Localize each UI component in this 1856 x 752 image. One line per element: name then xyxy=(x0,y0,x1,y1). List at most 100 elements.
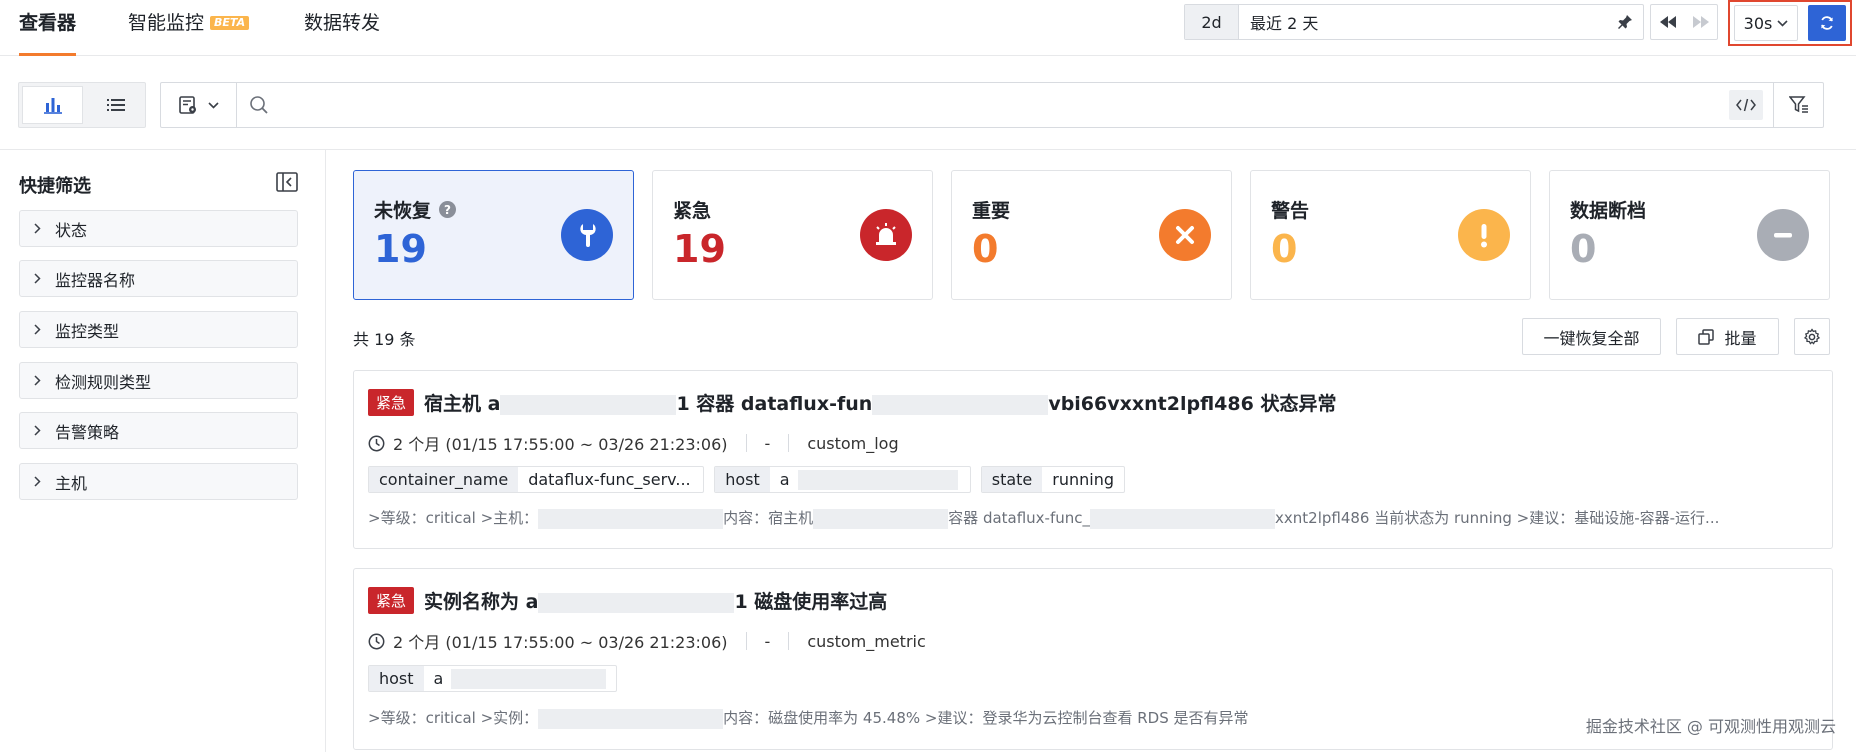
tag-value: a xyxy=(433,669,444,688)
tag-host[interactable]: host a xyxy=(714,466,971,493)
tag-value: running xyxy=(1052,470,1115,489)
tab-smart-monitor[interactable]: 智能监控 BETA xyxy=(128,0,250,56)
tab-viewer[interactable]: 查看器 xyxy=(19,0,77,56)
redacted-block xyxy=(872,394,1049,415)
event-title-part: vbi66vxxnt2lpfl486 状态异常 xyxy=(1048,393,1337,415)
redacted-block xyxy=(538,592,735,613)
time-relative[interactable]: 2d xyxy=(1185,5,1239,39)
redacted-block xyxy=(1090,508,1276,529)
event-header: 紧急 实例名称为 a 1 磁盘使用率过高 xyxy=(368,587,887,614)
exclamation-icon xyxy=(1458,209,1510,261)
tag-value: dataflux-func_serv... xyxy=(528,470,691,489)
watermark: 掘金技术社区 @ 可观测性用观测云 xyxy=(1585,717,1836,736)
siren-icon xyxy=(860,209,912,261)
clock-icon xyxy=(368,435,385,451)
stat-card-warning[interactable]: 警告 0 xyxy=(1250,170,1531,300)
rewind-icon[interactable] xyxy=(1651,5,1684,39)
event-card[interactable]: 紧急 宿主机 a 1 容器 dataflux-fun vbi66vxxnt2lpfl… xyxy=(353,370,1833,549)
document-settings-icon xyxy=(179,96,196,114)
tag-value: a xyxy=(779,470,790,489)
list-settings-button[interactable] xyxy=(1794,318,1830,355)
event-dash: - xyxy=(764,631,771,651)
stat-card-label: 警告 xyxy=(1271,200,1310,222)
sidebar-item-label: 主机 xyxy=(55,473,88,493)
event-title-part: 宿主机 a xyxy=(424,393,501,415)
event-title[interactable]: 实例名称为 a 1 磁盘使用率过高 xyxy=(424,587,887,614)
total-count: 共 19 条 xyxy=(353,330,416,349)
collapse-sidebar-icon[interactable] xyxy=(276,172,298,196)
batch-label: 批量 xyxy=(1724,328,1757,348)
stat-card-label-wrap: 未恢复 ? xyxy=(374,196,457,223)
tag-key: host xyxy=(369,666,424,691)
tab-data-forward[interactable]: 数据转发 xyxy=(304,0,380,56)
refresh-icon xyxy=(1821,16,1833,30)
query-source-select[interactable] xyxy=(161,83,237,127)
sidebar-item-status[interactable]: 状态 xyxy=(19,210,298,247)
recover-all-button[interactable]: 一键恢复全部 xyxy=(1522,318,1661,355)
tag-container-name[interactable]: container_name dataflux-func_serv... xyxy=(368,466,705,493)
tag-key: host xyxy=(715,467,770,492)
code-toggle-button[interactable] xyxy=(1719,83,1773,127)
event-title[interactable]: 宿主机 a 1 容器 dataflux-fun vbi66vxxnt2lpfl486… xyxy=(424,389,1336,416)
search-icon xyxy=(237,95,281,115)
chart-view-button[interactable] xyxy=(22,86,83,124)
event-source: custom_log xyxy=(807,433,899,453)
tag-key: container_name xyxy=(369,467,519,492)
stat-card-nodata[interactable]: 数据断档 0 xyxy=(1549,170,1830,300)
severity-badge: 紧急 xyxy=(368,389,415,416)
sidebar-item-rule-type[interactable]: 检测规则类型 xyxy=(19,362,298,399)
recover-all-label: 一键恢复全部 xyxy=(1543,328,1640,348)
desc-part: 内容：磁盘使用率为 45.48% >建议：登录华为云控制台查看 RDS 是否有异… xyxy=(723,709,1249,727)
event-description: >等级：critical >主机： 内容：宿主机 容器 dataflux-func_… xyxy=(368,507,1818,529)
sidebar-item-host[interactable]: 主机 xyxy=(19,463,298,500)
help-icon[interactable]: ? xyxy=(439,201,457,218)
sidebar-item-label: 检测规则类型 xyxy=(55,372,152,392)
sidebar-item-label: 告警策略 xyxy=(55,422,120,442)
redacted-block xyxy=(797,469,958,490)
stat-card-value: 19 xyxy=(374,227,427,271)
sidebar-item-label: 状态 xyxy=(55,220,88,240)
event-dash: - xyxy=(764,433,771,453)
divider xyxy=(788,434,790,452)
divider xyxy=(745,632,747,650)
beta-badge: BETA xyxy=(210,16,250,30)
search-input[interactable] xyxy=(281,83,1719,127)
sidebar-item-alert-policy[interactable]: 告警策略 xyxy=(19,412,298,449)
minus-circle-icon xyxy=(1757,209,1809,261)
tag-host[interactable]: host a xyxy=(368,665,617,692)
refresh-button[interactable] xyxy=(1808,5,1846,41)
refresh-interval-value: 30s xyxy=(1743,13,1773,33)
sidebar-item-monitor-name[interactable]: 监控器名称 xyxy=(19,260,298,297)
event-tags: container_name dataflux-func_serv... host… xyxy=(368,466,1126,493)
severity-badge: 紧急 xyxy=(368,587,415,614)
chevron-right-icon xyxy=(34,425,41,436)
stat-card-important[interactable]: 重要 0 xyxy=(951,170,1232,300)
refresh-interval-select[interactable]: 30s xyxy=(1734,5,1798,41)
sidebar-item-label: 监控类型 xyxy=(55,321,120,341)
sidebar-title: 快捷筛选 xyxy=(19,176,91,197)
redacted-block xyxy=(538,508,724,529)
pin-icon[interactable] xyxy=(1607,14,1643,30)
top-nav: 查看器 智能监控 BETA 数据转发 2d 最近 2 天 30s xyxy=(0,0,1856,56)
batch-button[interactable]: 批量 xyxy=(1676,318,1779,355)
desc-part: xxnt2lpfl486 当前状态为 running >建议：基础设施-容器-运… xyxy=(1275,509,1720,527)
time-step-controls xyxy=(1650,4,1718,40)
code-icon xyxy=(1736,98,1756,112)
event-duration: 2 个月 (01/15 17:55:00 ~ 03/26 21:23:06) xyxy=(393,633,728,652)
forward-icon[interactable] xyxy=(1684,5,1717,39)
filter-settings-button[interactable] xyxy=(1773,83,1823,127)
sidebar-item-monitor-type[interactable]: 监控类型 xyxy=(19,311,298,348)
stat-card-value: 0 xyxy=(1570,227,1597,271)
chevron-right-icon xyxy=(34,324,41,335)
gear-icon xyxy=(1803,327,1821,345)
time-range-picker[interactable]: 2d 最近 2 天 xyxy=(1184,4,1644,40)
tab-label: 查看器 xyxy=(19,12,77,34)
tag-state[interactable]: state running xyxy=(980,466,1126,493)
divider xyxy=(745,434,747,452)
tab-label: 数据转发 xyxy=(304,12,381,34)
list-view-button[interactable] xyxy=(86,83,145,127)
stat-card-critical[interactable]: 紧急 19 xyxy=(652,170,933,300)
stat-card-unrecovered[interactable]: 未恢复 ? 19 xyxy=(353,170,634,300)
stat-card-value: 19 xyxy=(673,227,726,271)
stat-card-label: 数据断档 xyxy=(1570,200,1647,222)
